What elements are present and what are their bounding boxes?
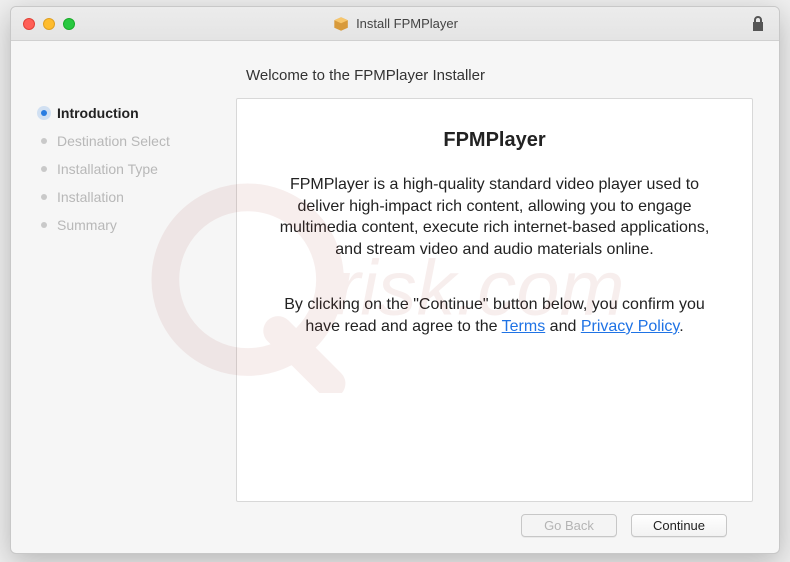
window-title-group: Install FPMPlayer xyxy=(332,15,458,33)
footer: Go Back Continue xyxy=(236,502,753,537)
sidebar: Introduction Destination Select Installa… xyxy=(11,41,236,553)
close-icon[interactable] xyxy=(23,18,35,30)
main: Welcome to the FPMPlayer Installer FPMPl… xyxy=(236,41,779,553)
content-agreement: By clicking on the "Continue" button bel… xyxy=(265,294,724,337)
sidebar-step-label: Installation xyxy=(57,189,124,205)
sidebar-step-installation: Installation xyxy=(41,183,236,211)
sidebar-step-destination-select: Destination Select xyxy=(41,127,236,155)
window-title: Install FPMPlayer xyxy=(356,16,458,31)
terms-link[interactable]: Terms xyxy=(502,318,546,335)
bullet-icon xyxy=(41,222,47,228)
lock-icon[interactable] xyxy=(751,15,765,38)
titlebar: Install FPMPlayer xyxy=(11,7,779,41)
bullet-icon xyxy=(41,166,47,172)
installer-window: Install FPMPlayer Introduction Destinati… xyxy=(10,6,780,554)
sidebar-step-introduction: Introduction xyxy=(41,99,236,127)
sidebar-step-summary: Summary xyxy=(41,211,236,239)
privacy-policy-link[interactable]: Privacy Policy xyxy=(581,318,679,335)
sidebar-step-label: Summary xyxy=(57,217,117,233)
sidebar-step-label: Destination Select xyxy=(57,133,170,149)
bullet-icon xyxy=(41,194,47,200)
continue-button[interactable]: Continue xyxy=(631,514,727,537)
minimize-icon[interactable] xyxy=(43,18,55,30)
content-box: FPMPlayer FPMPlayer is a high-quality st… xyxy=(236,98,753,502)
agree-text-middle: and xyxy=(545,318,581,335)
sidebar-step-installation-type: Installation Type xyxy=(41,155,236,183)
bullet-icon xyxy=(41,138,47,144)
agree-text-suffix: . xyxy=(679,318,683,335)
content-description: FPMPlayer is a high-quality standard vid… xyxy=(265,174,724,260)
go-back-button: Go Back xyxy=(521,514,617,537)
package-icon xyxy=(332,15,350,33)
window-controls xyxy=(23,18,75,30)
main-heading: Welcome to the FPMPlayer Installer xyxy=(236,53,753,98)
bullet-icon xyxy=(41,110,47,116)
content-title: FPMPlayer xyxy=(265,129,724,152)
maximize-icon[interactable] xyxy=(63,18,75,30)
sidebar-step-label: Introduction xyxy=(57,105,139,121)
body: Introduction Destination Select Installa… xyxy=(11,41,779,553)
sidebar-step-label: Installation Type xyxy=(57,161,158,177)
